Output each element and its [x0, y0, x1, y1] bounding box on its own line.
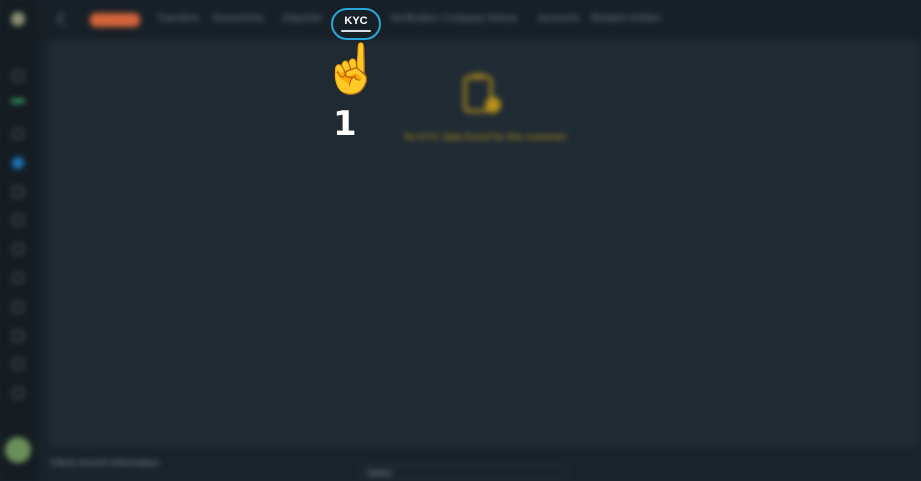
app-background: Overview Transfers Documents Deposits Ve… — [0, 0, 921, 481]
tab-kyc-label: KYC — [344, 15, 368, 27]
tab-accounts[interactable]: Accounts — [538, 13, 579, 27]
tab-documents[interactable]: Documents — [213, 13, 264, 27]
mail-icon[interactable] — [12, 330, 24, 342]
footer-dropdown[interactable]: Select — [360, 465, 568, 481]
settings-icon[interactable] — [12, 358, 24, 370]
avatar[interactable] — [5, 437, 31, 463]
tab-bar: Overview Transfers Documents Deposits Ve… — [38, 0, 921, 39]
footer-label: Client record information — [50, 458, 159, 469]
tab-related-entities[interactable]: Related entities — [591, 13, 660, 27]
tab-verification[interactable]: Verification — [390, 13, 439, 27]
sidebar — [0, 0, 38, 480]
chart-icon[interactable] — [12, 301, 24, 313]
tab-company-history[interactable]: Company history — [442, 13, 517, 27]
tab-overview[interactable]: Overview — [90, 13, 140, 27]
home-icon[interactable] — [12, 70, 24, 82]
back-arrow-icon[interactable] — [55, 11, 71, 27]
tab-transfers[interactable]: Transfers — [157, 13, 199, 27]
help-icon[interactable] — [12, 387, 24, 399]
step-number: 1 — [333, 104, 357, 144]
status-indicator — [11, 99, 25, 103]
active-tab-underline — [341, 30, 371, 32]
bank-icon[interactable] — [12, 243, 24, 255]
tab-kyc[interactable]: KYC — [331, 8, 381, 40]
pointing-hand-icon: ☝️ — [322, 43, 382, 96]
logo-icon[interactable] — [11, 12, 25, 26]
document-icon[interactable] — [12, 272, 24, 284]
tab-deposits[interactable]: Deposits — [283, 13, 322, 27]
transfer-icon[interactable] — [12, 186, 24, 198]
customers-icon[interactable] — [12, 157, 24, 169]
empty-state-message: No KYC data found for this customer — [404, 132, 567, 143]
calendar-icon[interactable] — [12, 214, 24, 226]
document-badge-icon — [463, 73, 501, 113]
search-icon[interactable] — [12, 128, 24, 140]
